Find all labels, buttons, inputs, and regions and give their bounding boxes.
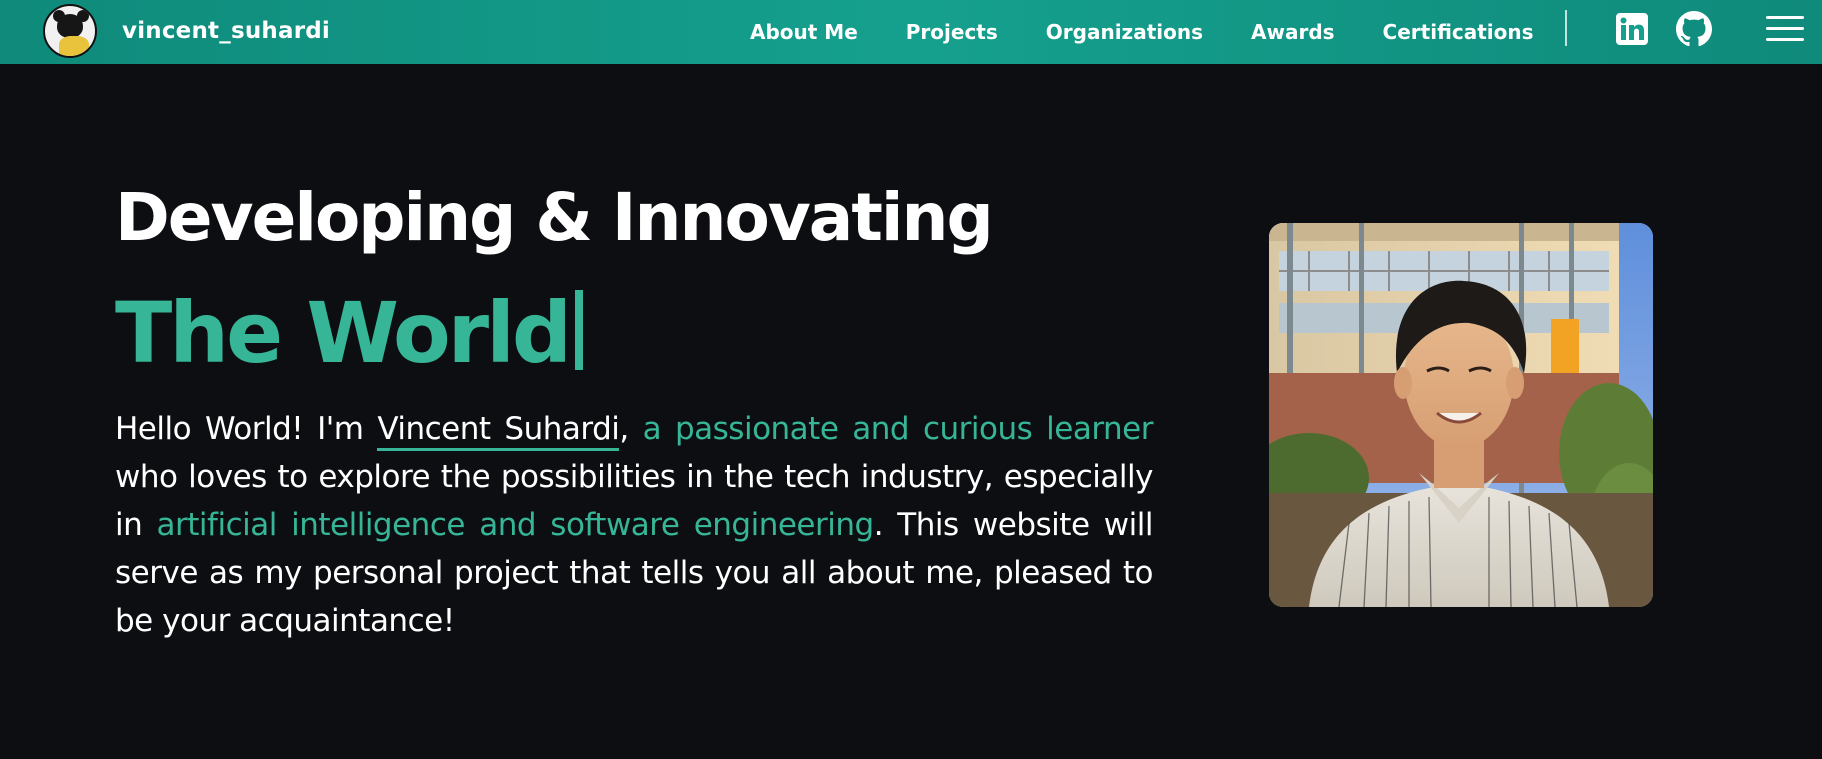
intro-comma: , bbox=[619, 411, 643, 447]
nav-link-projects[interactable]: Projects bbox=[906, 20, 998, 44]
hero-intro-paragraph: Hello World! I'm Vincent Suhardi, a pass… bbox=[115, 405, 1154, 645]
intro-accent-learner: a passionate and curious learner bbox=[642, 411, 1154, 447]
nav-divider bbox=[1565, 10, 1567, 46]
linkedin-icon[interactable] bbox=[1614, 11, 1650, 47]
brand-name: vincent_suhardi bbox=[122, 18, 331, 44]
nav-links: About Me Projects Organizations Awards C… bbox=[750, 0, 1534, 64]
intro-greeting: Hello World! I'm bbox=[115, 411, 378, 447]
nav-link-organizations[interactable]: Organizations bbox=[1046, 20, 1203, 44]
hero-title-line2: The World bbox=[115, 284, 584, 382]
nav-link-awards[interactable]: Awards bbox=[1251, 20, 1335, 44]
intro-accent-fields: artificial intelligence and software eng… bbox=[156, 507, 875, 543]
brand-link[interactable]: vincent_suhardi bbox=[43, 4, 330, 58]
nav-link-certifications[interactable]: Certifications bbox=[1383, 20, 1534, 44]
github-icon[interactable] bbox=[1676, 11, 1712, 47]
name-link[interactable]: Vincent Suhardi bbox=[377, 411, 620, 451]
navbar: vincent_suhardi About Me Projects Organi… bbox=[0, 0, 1822, 64]
typing-cursor bbox=[575, 290, 584, 370]
profile-photo bbox=[1269, 223, 1653, 607]
hero-title-line1: Developing & Innovating bbox=[115, 179, 994, 256]
typed-text: The World bbox=[115, 284, 572, 382]
panda-avatar-icon bbox=[43, 4, 97, 58]
hamburger-menu-icon[interactable] bbox=[1766, 14, 1804, 44]
nav-link-about-me[interactable]: About Me bbox=[750, 20, 858, 44]
